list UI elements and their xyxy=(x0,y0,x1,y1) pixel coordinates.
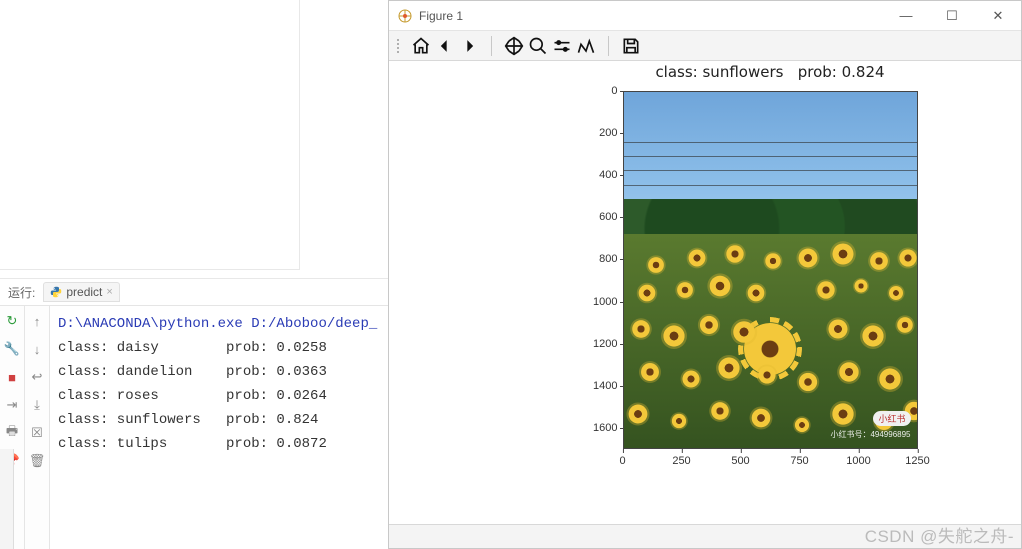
soft-wrap-icon[interactable]: ↩ xyxy=(28,368,46,386)
titlebar[interactable]: Figure 1 ― ☐ ✕ xyxy=(389,1,1021,31)
minimize-button[interactable]: ― xyxy=(883,1,929,31)
wrench-icon[interactable]: 🔧 xyxy=(3,340,21,358)
up-arrow-icon[interactable]: ↑ xyxy=(28,312,46,330)
y-axis-ticks: 02004006008001000120014001600 xyxy=(538,91,618,449)
axes: 小红书 小红书号：494996895 xyxy=(623,91,918,449)
run-tool-window: ↻ 🔧 ■ ⇥ 🖶 📌 ↑ ↓ ↩ ⤓ ☒ 🗑 D:\ANACONDA\pyth… xyxy=(0,306,389,549)
save-icon[interactable] xyxy=(619,34,643,58)
app-icon xyxy=(397,8,413,24)
ide-panel: 运行: predict × ↻ 🔧 ■ ⇥ 🖶 📌 ↑ ↓ ↩ ⤓ ☒ 🗑 D:… xyxy=(0,0,390,549)
run-gutter-right: ↑ ↓ ↩ ⤓ ☒ 🗑 xyxy=(25,306,50,549)
maximize-button[interactable]: ☐ xyxy=(929,1,975,31)
console-output[interactable]: D:\ANACONDA\python.exe D:/Aboboo/deep_ c… xyxy=(50,306,389,549)
trash-icon[interactable]: 🗑 xyxy=(28,452,46,470)
run-tabbar: 运行: predict × xyxy=(0,279,389,306)
layout-icon[interactable]: ⇥ xyxy=(3,396,21,414)
down-arrow-icon[interactable]: ↓ xyxy=(28,340,46,358)
side-tab-strip[interactable] xyxy=(0,449,14,549)
zoom-icon[interactable] xyxy=(526,34,550,58)
python-icon xyxy=(50,286,62,298)
image-badge: 小红书 xyxy=(873,411,910,426)
imshow-content: 小红书 小红书号：494996895 xyxy=(624,92,917,448)
window-title: Figure 1 xyxy=(419,9,463,23)
scroll-end-icon[interactable]: ⤓ xyxy=(28,396,46,414)
pan-icon[interactable] xyxy=(502,34,526,58)
stop-icon[interactable]: ■ xyxy=(3,368,21,386)
back-icon[interactable] xyxy=(433,34,457,58)
home-icon[interactable] xyxy=(409,34,433,58)
close-button[interactable]: ✕ xyxy=(975,1,1021,31)
toolbar-handle[interactable] xyxy=(395,39,401,53)
edit-icon[interactable] xyxy=(574,34,598,58)
print-icon[interactable]: 🖶 xyxy=(3,424,21,442)
forward-icon[interactable] xyxy=(457,34,481,58)
image-watermark: 小红书号：494996895 xyxy=(830,429,910,440)
run-label: 运行: xyxy=(8,284,35,301)
mpl-toolbar xyxy=(389,31,1021,61)
subplots-icon[interactable] xyxy=(550,34,574,58)
plot-title: class: sunflowers prob: 0.824 xyxy=(623,63,918,81)
clear-icon[interactable]: ☒ xyxy=(28,424,46,442)
plot-canvas[interactable]: class: sunflowers prob: 0.824 0200400600… xyxy=(389,61,1021,524)
editor-area xyxy=(0,0,389,279)
close-icon[interactable]: × xyxy=(106,286,112,298)
mpl-statusbar xyxy=(389,524,1021,548)
run-tab-label: predict xyxy=(66,285,102,299)
run-tab-predict[interactable]: predict × xyxy=(43,282,119,302)
rerun-icon[interactable]: ↻ xyxy=(3,312,21,330)
figure-window: Figure 1 ― ☐ ✕ class: sunflowers prob: 0… xyxy=(388,0,1022,549)
